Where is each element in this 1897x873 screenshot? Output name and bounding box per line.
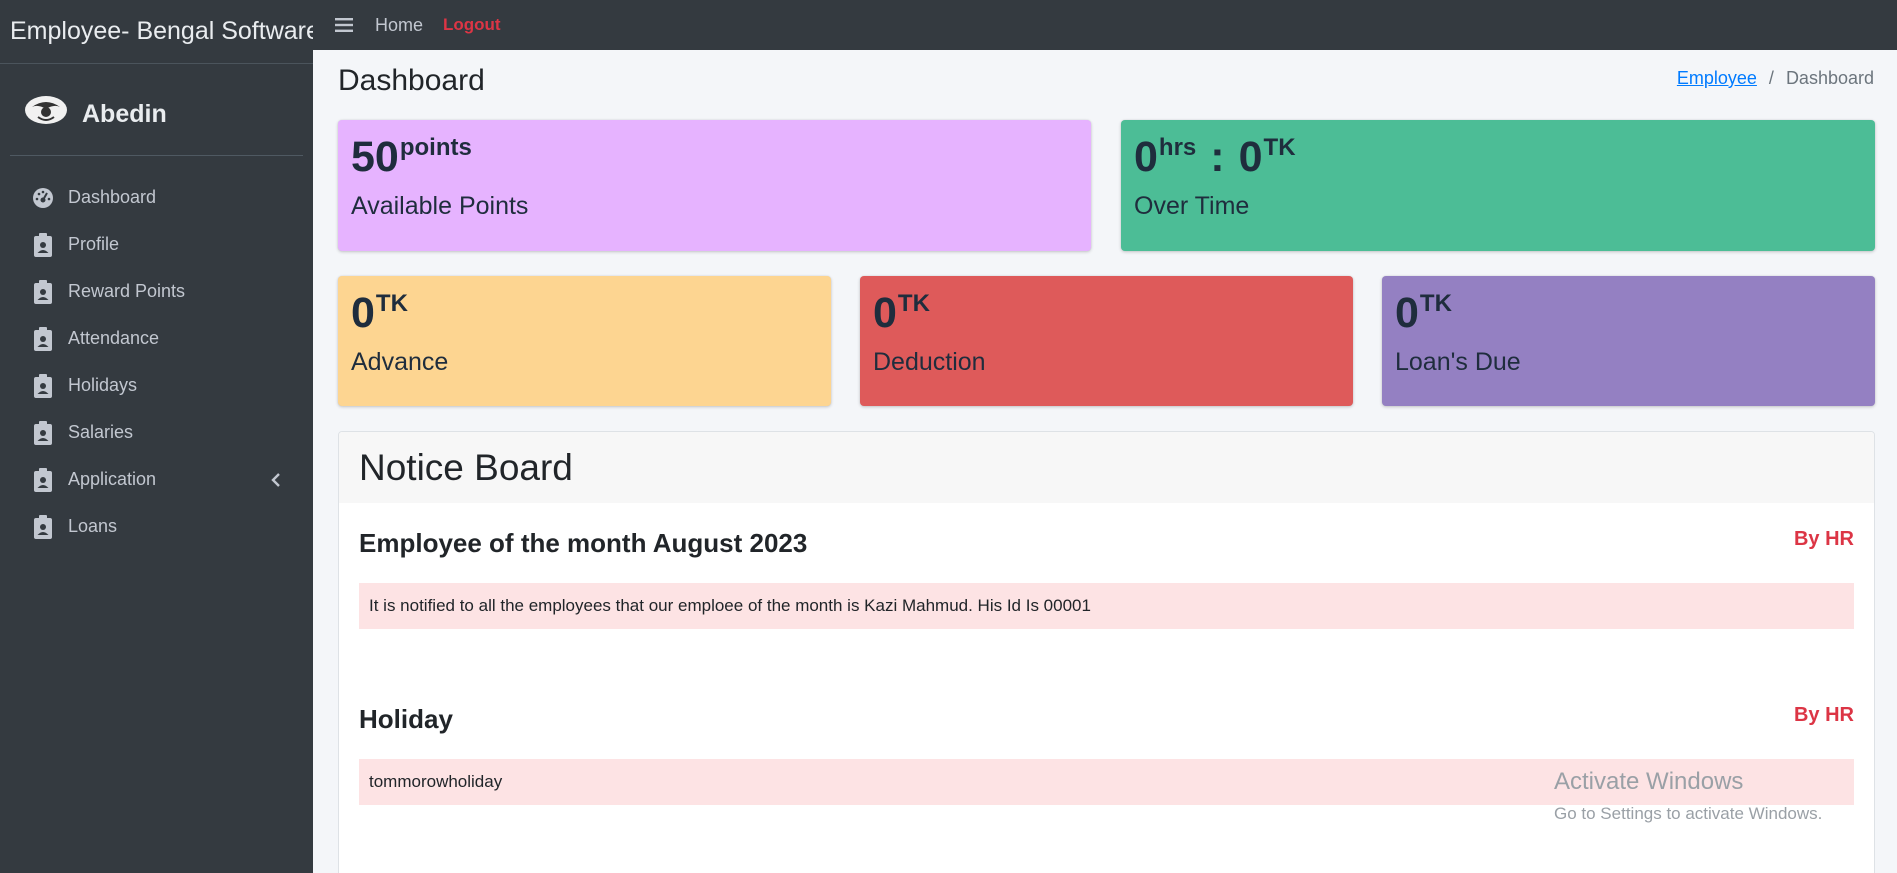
- sidebar-item-loans[interactable]: Loans: [0, 503, 313, 550]
- deduction-unit: TK: [897, 290, 930, 317]
- id-badge-icon: [32, 232, 54, 257]
- id-badge-icon: [32, 326, 54, 351]
- chevron-left-icon[interactable]: [269, 471, 283, 489]
- deduction-value: 0: [873, 289, 897, 337]
- notice-title: Holiday: [359, 704, 453, 734]
- loans-due-value: 0: [1395, 289, 1419, 337]
- id-badge-icon: [32, 467, 54, 492]
- breadcrumb-current: Dashboard: [1785, 68, 1874, 88]
- breadcrumb-separator: /: [1768, 68, 1774, 88]
- sidebar-item-reward-points[interactable]: Reward Points: [0, 268, 313, 315]
- watermark-title: Activate Windows: [1554, 768, 1744, 795]
- top-navbar: Home Logout: [313, 0, 1897, 50]
- breadcrumb: Employee / Dashboard: [1677, 68, 1874, 89]
- id-badge-icon: [32, 373, 54, 398]
- notice-message: It is notified to all the employees that…: [359, 583, 1854, 629]
- watermark-subtitle: Go to Settings to activate Windows.: [1554, 804, 1823, 823]
- stat-label: Available Points: [351, 192, 529, 221]
- sidebar-item-label: Profile: [68, 234, 120, 254]
- overtime-hours: 0: [1134, 133, 1158, 181]
- sidebar-item-attendance[interactable]: Attendance: [0, 315, 313, 362]
- overtime-amount-unit: TK: [1263, 134, 1296, 161]
- stat-value: 0 TK: [351, 289, 818, 337]
- stat-label: Deduction: [873, 348, 986, 377]
- stat-value: 0 TK: [1395, 289, 1862, 337]
- logout-link[interactable]: Logout: [443, 15, 501, 35]
- id-badge-icon: [32, 420, 54, 445]
- sidebar-item-label: Attendance: [68, 328, 160, 348]
- overtime-separator: :: [1210, 133, 1225, 181]
- notice-author: By HR: [1793, 704, 1854, 726]
- id-badge-icon: [32, 279, 54, 304]
- home-link[interactable]: Home: [375, 15, 423, 36]
- sidebar: Employee- Bengal Software Abedin Dashboa…: [0, 0, 320, 873]
- avatar[interactable]: [24, 93, 68, 127]
- sidebar-item-label: Application: [68, 469, 157, 489]
- page-title: Dashboard: [338, 64, 485, 97]
- stat-value: 0 TK: [873, 289, 1340, 337]
- sidebar-item-label: Dashboard: [68, 187, 157, 207]
- sidebar-item-application[interactable]: Application: [0, 456, 313, 503]
- advance-unit: TK: [375, 290, 408, 317]
- notice-board-header: Notice Board: [339, 432, 1874, 503]
- sidebar-item-holidays[interactable]: Holidays: [0, 362, 313, 409]
- user-name[interactable]: Abedin: [82, 100, 167, 129]
- activate-windows-watermark: Activate Windows Go to Settings to activ…: [1554, 768, 1822, 824]
- stat-value: 0 hrs : 0 TK: [1134, 133, 1862, 181]
- stat-box-points: 50 points Available Points: [338, 120, 1091, 251]
- menu-toggle-icon[interactable]: [333, 15, 355, 35]
- sidebar-item-label: Holidays: [68, 375, 138, 395]
- breadcrumb-link-employee[interactable]: Employee: [1677, 68, 1757, 89]
- overtime-hours-unit: hrs: [1158, 134, 1197, 161]
- gauge-icon: [32, 186, 54, 210]
- sidebar-item-profile[interactable]: Profile: [0, 221, 313, 268]
- sidebar-item-salaries[interactable]: Salaries: [0, 409, 313, 456]
- brand[interactable]: Employee- Bengal Software: [0, 0, 320, 64]
- loans-due-unit: TK: [1419, 290, 1452, 317]
- main-content: Dashboard Employee / Dashboard 50 points …: [313, 50, 1897, 873]
- sidebar-item-dashboard[interactable]: Dashboard: [0, 174, 313, 221]
- stat-value: 50 points: [351, 133, 1078, 181]
- stat-label: Over Time: [1134, 192, 1250, 221]
- sidebar-item-label: Salaries: [68, 422, 134, 442]
- points-unit: points: [399, 134, 472, 161]
- stat-box-loans-due: 0 TK Loan's Due: [1382, 276, 1875, 406]
- stat-box-deduction: 0 TK Deduction: [860, 276, 1353, 406]
- stat-label: Loan's Due: [1395, 348, 1521, 377]
- stat-box-advance: 0 TK Advance: [338, 276, 831, 406]
- stat-label: Advance: [351, 348, 449, 377]
- overtime-amount: 0: [1238, 133, 1263, 181]
- sidebar-nav: Dashboard Profile Reward Points Attendan…: [0, 174, 313, 550]
- notice-board-title: Notice Board: [359, 446, 573, 488]
- notice-author: By HR: [1793, 528, 1854, 550]
- points-value: 50: [351, 133, 399, 181]
- advance-value: 0: [351, 289, 375, 337]
- notice-item: Employee of the month August 2023 By HR …: [339, 528, 1874, 629]
- stat-box-overtime: 0 hrs : 0 TK Over Time: [1121, 120, 1875, 251]
- notice-title: Employee of the month August 2023: [359, 528, 808, 558]
- id-badge-icon: [32, 514, 54, 539]
- sidebar-item-label: Loans: [68, 516, 118, 536]
- brand-text[interactable]: Employee- Bengal Software: [10, 17, 320, 46]
- sidebar-item-label: Reward Points: [68, 281, 186, 301]
- user-panel: Abedin: [10, 64, 303, 156]
